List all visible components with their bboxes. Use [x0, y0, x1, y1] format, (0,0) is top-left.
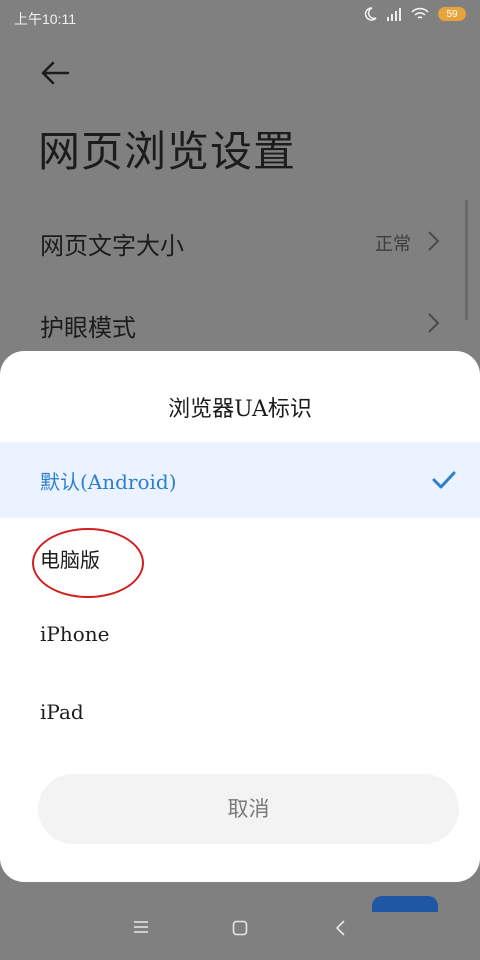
scrollbar[interactable]	[465, 200, 468, 320]
wifi-icon	[411, 7, 429, 19]
status-time: 上午10:11	[14, 11, 76, 27]
setting-label: 护眼模式	[40, 314, 136, 342]
cancel-button[interactable]: 取消	[38, 774, 459, 844]
sheet-title: 浏览器UA标识	[168, 397, 312, 422]
home-icon[interactable]	[232, 920, 248, 936]
back-arrow-icon[interactable]	[38, 56, 72, 90]
chevron-right-icon	[428, 231, 440, 251]
nav-bar	[0, 900, 480, 960]
ua-bottom-sheet: 浏览器UA标识 默认(Android) 电脑版 iPhone iPad 取消	[0, 351, 480, 882]
back-icon[interactable]	[334, 920, 346, 936]
setting-value: 正常	[375, 234, 411, 255]
option-default-android[interactable]: 默认(Android)	[0, 442, 480, 518]
option-label: iPad	[40, 700, 84, 724]
status-icons: 59	[363, 7, 466, 21]
chevron-right-icon	[428, 313, 440, 333]
option-desktop[interactable]: 电脑版	[0, 520, 480, 596]
checkmark-icon	[432, 471, 456, 489]
page-title: 网页浏览设置	[38, 127, 297, 176]
menu-icon[interactable]	[133, 920, 149, 934]
signal-icon	[387, 8, 401, 21]
setting-row-font-size[interactable]: 网页文字大小 正常	[40, 220, 445, 260]
setting-row-eye-care[interactable]: 护眼模式	[40, 302, 445, 342]
option-label: iPhone	[40, 622, 110, 646]
moon-icon	[364, 7, 377, 21]
battery-icon: 59	[438, 7, 466, 21]
option-iphone[interactable]: iPhone	[0, 598, 480, 674]
setting-label: 网页文字大小	[40, 232, 184, 260]
option-label: 默认(Android)	[40, 470, 177, 494]
option-ipad[interactable]: iPad	[0, 676, 480, 752]
option-label: 电脑版	[40, 548, 100, 572]
status-bar: 上午10:11 59	[0, 0, 480, 34]
